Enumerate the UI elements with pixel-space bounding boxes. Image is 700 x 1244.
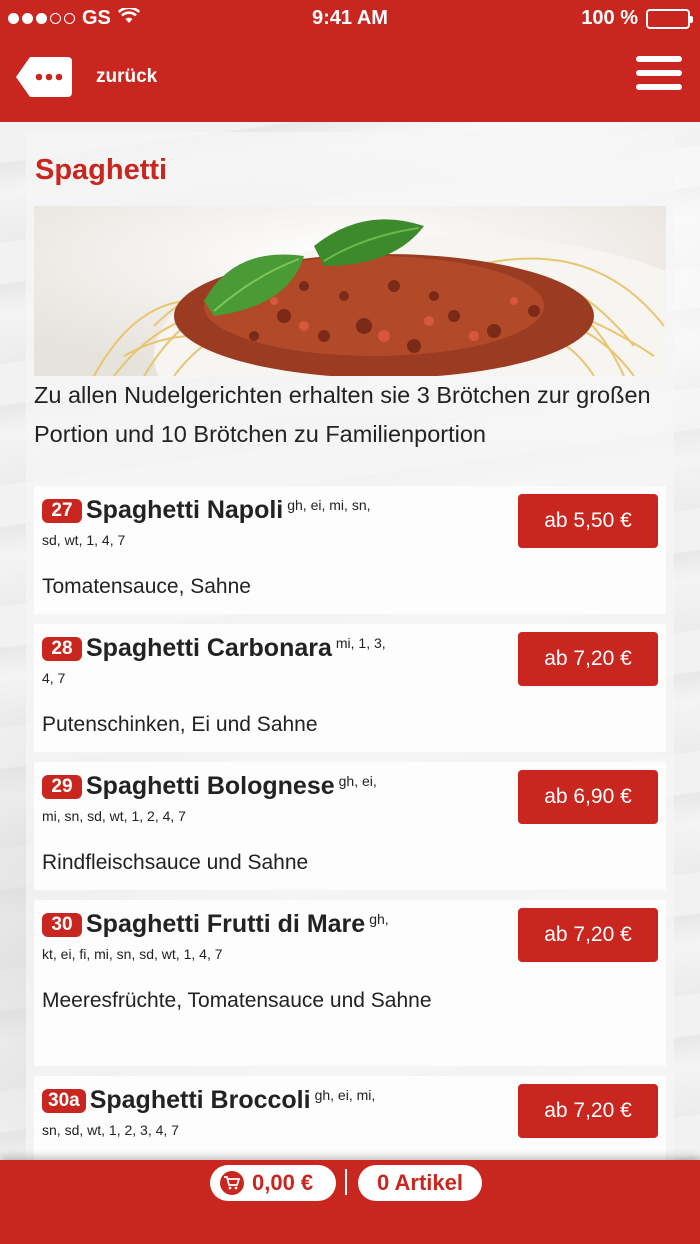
menu-icon[interactable] bbox=[636, 56, 682, 98]
item-allergens-cont: kt, ei, fi, mi, sn, sd, wt, 1, 4, 7 bbox=[42, 946, 223, 962]
item-allergens-cont: mi, sn, sd, wt, 1, 2, 4, 7 bbox=[42, 808, 186, 824]
item-description: Putenschinken, Ei und Sahne bbox=[42, 713, 318, 736]
cart-total-button[interactable]: 0,00 € bbox=[210, 1165, 336, 1201]
category-intro: Zu allen Nudelgerichten erhalten sie 3 B… bbox=[34, 382, 651, 447]
back-label: zurück bbox=[96, 66, 158, 87]
item-number: 30 bbox=[42, 913, 82, 937]
category-title: Spaghetti bbox=[35, 154, 168, 186]
item-heading: 30a Spaghetti Broccoli gh, ei, mi, sn, sd,… bbox=[42, 1084, 442, 1141]
price-button[interactable]: ab 7,20 € bbox=[518, 1084, 658, 1138]
back-tag-icon bbox=[16, 56, 72, 98]
menu-item: 30 Spaghetti Frutti di Mare gh, kt, ei, fi… bbox=[34, 900, 666, 1066]
battery-status: 100 % bbox=[581, 7, 693, 30]
item-heading: 28 Spaghetti Carbonara mi, 1, 3, 4, 7 bbox=[42, 632, 442, 689]
item-allergens: gh, ei, mi, bbox=[314, 1087, 376, 1103]
status-bar: GS 9:41 AM 100 % bbox=[0, 0, 700, 36]
price-button[interactable]: ab 7,20 € bbox=[518, 632, 658, 686]
menu-item: 29 Spaghetti Bolognese gh, ei, mi, sn, sd,… bbox=[34, 762, 666, 890]
battery-icon bbox=[646, 8, 693, 29]
item-name: Spaghetti Frutti di Mare bbox=[86, 910, 366, 938]
cart-articles-button[interactable]: 0 Artikel bbox=[358, 1165, 482, 1201]
price-button[interactable]: ab 5,50 € bbox=[518, 494, 658, 548]
price-button[interactable]: ab 6,90 € bbox=[518, 770, 658, 824]
item-name: Spaghetti Broccoli bbox=[89, 1086, 311, 1114]
item-description: Rindfleischsauce und Sahne bbox=[42, 851, 309, 874]
item-heading: 27 Spaghetti Napoli gh, ei, mi, sn, sd, wt… bbox=[42, 494, 442, 551]
item-allergens-cont: sn, sd, wt, 1, 2, 3, 4, 7 bbox=[42, 1122, 179, 1138]
item-name: Spaghetti Carbonara bbox=[86, 634, 332, 662]
cart-icon bbox=[220, 1171, 244, 1195]
item-allergens: mi, 1, 3, bbox=[335, 635, 386, 651]
menu-item: 28 Spaghetti Carbonara mi, 1, 3, 4, 7 Pute… bbox=[34, 624, 666, 752]
price-button[interactable]: ab 7,20 € bbox=[518, 908, 658, 962]
cart-bar: 0,00 € 0 Artikel bbox=[0, 1160, 700, 1244]
cart-total: 0,00 € bbox=[252, 1170, 314, 1195]
item-number: 27 bbox=[42, 499, 82, 523]
item-allergens: gh, ei, mi, sn, bbox=[287, 497, 371, 513]
item-description: Meeresfrüchte, Tomatensauce und Sahne bbox=[42, 989, 432, 1012]
item-description: Tomatensauce, Sahne bbox=[42, 575, 251, 598]
item-number: 30a bbox=[42, 1089, 86, 1113]
item-heading: 30 Spaghetti Frutti di Mare gh, kt, ei, fi… bbox=[42, 908, 442, 965]
item-allergens: gh, ei, bbox=[338, 773, 377, 789]
back-button[interactable]: zurück bbox=[16, 56, 157, 98]
item-name: Spaghetti Bolognese bbox=[86, 772, 335, 800]
divider bbox=[345, 1169, 347, 1195]
item-name: Spaghetti Napoli bbox=[86, 496, 284, 524]
battery-percent: 100 % bbox=[581, 7, 638, 29]
item-allergens-cont: sd, wt, 1, 4, 7 bbox=[42, 532, 126, 548]
item-number: 29 bbox=[42, 775, 82, 799]
item-number: 28 bbox=[42, 637, 82, 661]
item-allergens-cont: 4, 7 bbox=[42, 670, 66, 686]
menu-item: 27 Spaghetti Napoli gh, ei, mi, sn, sd, wt… bbox=[34, 486, 666, 614]
menu-item: 30a Spaghetti Broccoli gh, ei, mi, sn, sd,… bbox=[34, 1076, 666, 1160]
app-header: zurück bbox=[0, 36, 700, 122]
item-heading: 29 Spaghetti Bolognese gh, ei, mi, sn, sd,… bbox=[42, 770, 442, 827]
item-allergens: gh, bbox=[369, 911, 389, 927]
spaghetti-image bbox=[34, 206, 666, 376]
